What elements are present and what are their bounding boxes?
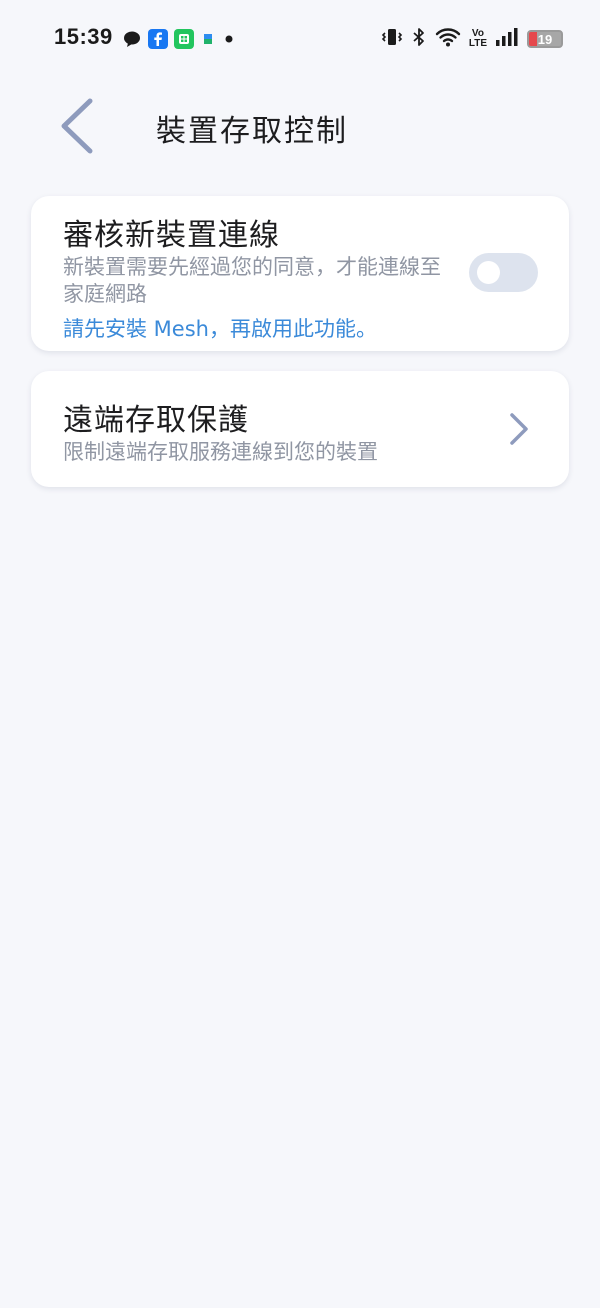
facebook-icon <box>148 29 168 49</box>
review-new-device-title: 審核新裝置連線 <box>63 218 280 253</box>
system-icons: Vo LTE 19 <box>381 26 563 52</box>
battery-body: 19 <box>527 30 563 48</box>
battery-level: 19 <box>537 31 553 47</box>
chevron-right-icon <box>510 413 528 445</box>
chat-bubble-icon <box>122 29 142 49</box>
review-new-device-toggle[interactable] <box>469 253 538 292</box>
status-time: 15:39 <box>54 24 113 49</box>
battery-icon: 19 <box>527 30 563 48</box>
volte-icon: Vo LTE <box>469 29 487 49</box>
notification-icons <box>122 28 236 50</box>
app-icon <box>200 31 216 47</box>
wifi-icon <box>435 26 461 52</box>
back-button[interactable] <box>52 96 102 156</box>
volte-label-bottom: LTE <box>468 38 487 49</box>
signal-icon <box>495 27 519 51</box>
status-bar: 15:39 Vo LTE 19 <box>0 0 600 70</box>
line-app-icon <box>174 29 194 49</box>
vibrate-icon <box>381 26 403 52</box>
remote-access-protection-card[interactable]: 遠端存取保護 限制遠端存取服務連線到您的裝置 <box>31 371 569 487</box>
install-mesh-link[interactable]: 請先安裝 Mesh，再啟用此功能。 <box>63 313 377 343</box>
review-new-device-card: 審核新裝置連線 新裝置需要先經過您的同意，才能連線至家庭網路 請先安裝 Mesh… <box>31 196 569 351</box>
remote-access-protection-title: 遠端存取保護 <box>63 403 249 438</box>
chevron-left-icon <box>61 98 93 154</box>
review-new-device-description: 新裝置需要先經過您的同意，才能連線至家庭網路 <box>63 255 441 306</box>
remote-access-protection-description: 限制遠端存取服務連線到您的裝置 <box>63 440 378 464</box>
page-title: 裝置存取控制 <box>156 114 348 149</box>
bluetooth-icon <box>411 26 427 52</box>
more-dot-icon <box>222 32 236 46</box>
toggle-knob <box>477 261 500 284</box>
battery-low-fill <box>529 32 537 46</box>
